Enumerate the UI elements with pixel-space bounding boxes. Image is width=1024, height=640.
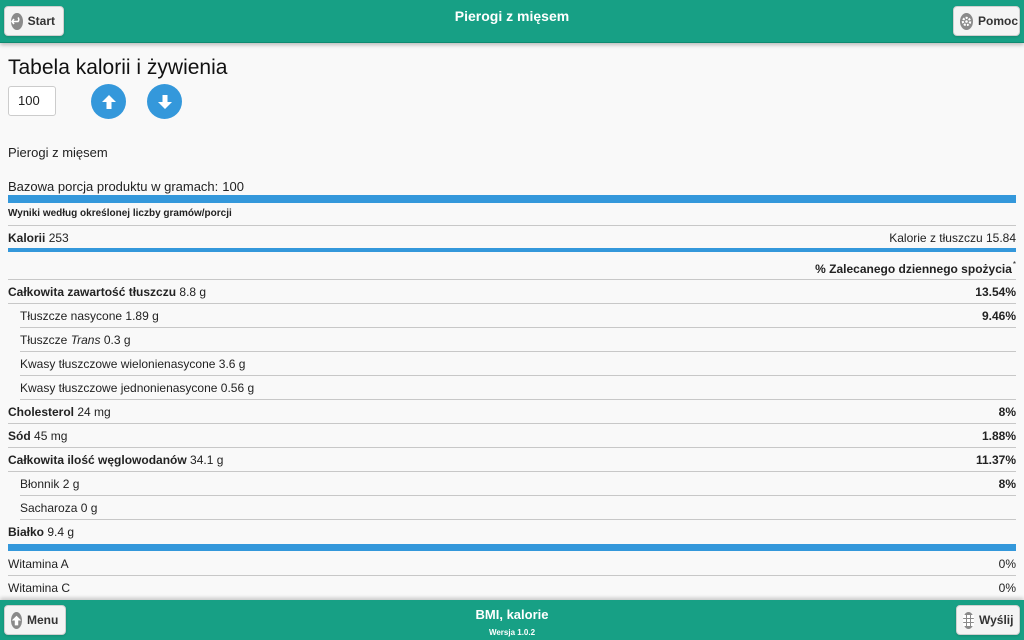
base-label: Bazowa porcja produktu w gramach:	[8, 179, 219, 194]
arrow-down-icon	[157, 94, 172, 109]
nutrient-row: Cholesterol 24 mg 8%	[8, 400, 1016, 424]
page-title: Pierogi z mięsem	[454, 8, 570, 24]
nutrient-value: 3.6 g	[218, 356, 246, 371]
nutrient-value: 0.3 g	[103, 332, 131, 347]
nutrient-name: Kwasy tłuszczowe wielonienasycone	[20, 356, 216, 371]
nutrient-pct: 8%	[998, 404, 1016, 419]
nutrient-name: Sód	[8, 428, 31, 443]
calories-value: 253	[48, 231, 69, 245]
version-label: Wersja 1.0.2	[488, 628, 536, 637]
nutrient-value: 2 g	[62, 476, 80, 491]
decrease-button[interactable]	[147, 84, 182, 119]
nutrient-value: 0 g	[80, 500, 98, 515]
vitamin-row: Witamina C 0%	[8, 576, 1016, 600]
vitamin-pct: 0%	[998, 556, 1016, 571]
nutrient-name: Tłuszcze	[20, 332, 68, 347]
arrow-up-icon	[101, 94, 116, 109]
divider-bar	[8, 544, 1016, 551]
nutrient-value: 0.56 g	[220, 380, 255, 395]
nutrient-row: Błonnik 2 g 8%	[20, 472, 1016, 496]
nutrient-row: Sacharoza 0 g	[20, 496, 1016, 520]
nutrient-name: Kwasy tłuszczowe jednonienasycone	[20, 380, 218, 395]
vitamin-row: Witamina A 0%	[8, 552, 1016, 576]
increase-button[interactable]	[91, 84, 126, 119]
calories-row: Kalorii 253 Kalorie z tłuszczu 15.84	[8, 226, 1016, 250]
help-label: Pomoc	[978, 14, 1019, 28]
fat-calories-label: Kalorie z tłuszczu	[889, 231, 983, 245]
nutrient-value: 9.4 g	[47, 525, 75, 539]
nutrient-row: Białko 9.4 g	[8, 520, 1016, 544]
nutrient-row: Kwasy tłuszczowe jednonienasycone 0.56 g	[20, 376, 1016, 400]
dv-header: % Zalecanego dziennego spożycia	[815, 261, 1012, 276]
nutrient-pct: 9.46%	[981, 308, 1016, 323]
nutrient-value: 8.8 g	[179, 284, 207, 299]
base-value: 100	[222, 179, 244, 194]
nutrient-pct: 8%	[998, 476, 1016, 491]
grams-input[interactable]: 100	[8, 86, 56, 116]
send-label: Wyślij	[979, 613, 1014, 627]
nutrient-row: Kwasy tłuszczowe wielonienasycone 3.6 g	[20, 352, 1016, 376]
nutrient-value: 34.1 g	[190, 452, 224, 467]
nutrient-value: 24 mg	[77, 404, 111, 419]
calories-label: Kalorii	[8, 231, 46, 245]
grid-icon	[963, 611, 974, 629]
table-heading: Tabela kalorii i żywienia	[8, 56, 228, 79]
nutrient-row: Tłuszcze nasycone 1.89 g 9.46%	[20, 304, 1016, 328]
nutrient-name: Błonnik	[20, 476, 60, 491]
nutrient-row: Całkowita ilość węglowodanów 34.1 g 11.3…	[8, 448, 1016, 472]
base-portion: Bazowa porcja produktu w gramach: 100	[8, 179, 244, 194]
nutrient-row: Sód 45 mg 1.88%	[8, 424, 1016, 448]
divider-bar	[8, 248, 1016, 252]
product-name: Pierogi z mięsem	[8, 145, 108, 160]
bottom-bar: Menu BMI, kalorie Wersja 1.0.2 Wyślij	[0, 600, 1024, 640]
nutrient-name: Tłuszcze nasycone	[20, 308, 123, 323]
gear-icon	[960, 12, 973, 30]
results-label: Wyniki według określonej liczby gramów/p…	[8, 202, 1016, 226]
nutrient-row: Całkowita zawartość tłuszczu 8.8 g 13.54…	[8, 280, 1016, 304]
dv-marker: *	[1012, 259, 1016, 269]
nutrient-pct: 13.54%	[975, 284, 1016, 299]
send-button[interactable]: Wyślij	[956, 605, 1020, 635]
vitamin-name: Witamina A	[8, 556, 69, 571]
nutrient-name-em: Trans	[70, 332, 101, 347]
vitamin-pct: 0%	[998, 581, 1016, 595]
nutrient-value: 1.89 g	[125, 308, 159, 323]
nutrient-pct: 1.88%	[981, 428, 1016, 443]
nutrient-pct: 11.37%	[975, 452, 1016, 467]
nutrient-name: Sacharoza	[20, 500, 78, 515]
nutrient-row: Tłuszcze Trans 0.3 g	[20, 328, 1016, 352]
app-title: BMI, kalorie	[475, 607, 549, 622]
fat-calories-value: 15.84	[985, 231, 1016, 245]
nutrient-name: Białko	[8, 525, 45, 539]
vitamin-name: Witamina C	[8, 581, 71, 595]
nutrient-value: 45 mg	[34, 428, 68, 443]
nutrient-name: Cholesterol	[8, 404, 75, 419]
nutrient-name: Całkowita ilość węglowodanów	[8, 452, 187, 467]
help-button[interactable]: Pomoc	[953, 6, 1020, 36]
main-content: Tabela kalorii i żywienia 100 Pierogi z …	[0, 44, 1024, 600]
top-bar: Start Pierogi z mięsem Pomoc	[0, 0, 1024, 43]
nutrient-name: Całkowita zawartość tłuszczu	[8, 284, 177, 299]
dv-header-row: % Zalecanego dziennego spożycia*	[8, 256, 1016, 280]
